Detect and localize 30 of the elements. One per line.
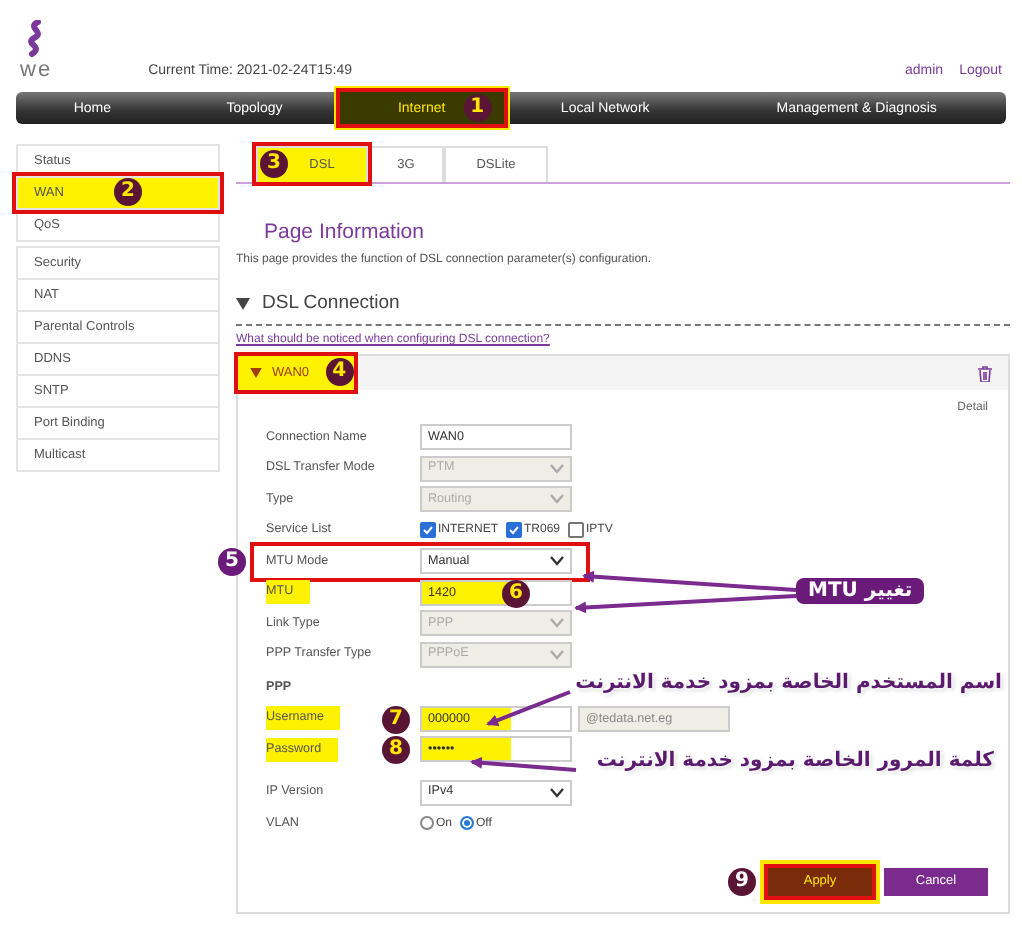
annotation-label: كلمة المرور الخاصة بمزود خدمة الانترنت <box>596 750 994 772</box>
collapse-icon[interactable] <box>236 297 250 309</box>
step-badge: 7 <box>382 705 410 733</box>
step-badge: 5 <box>218 548 246 576</box>
step-badge: 4 <box>325 358 354 386</box>
checkbox[interactable] <box>568 522 585 539</box>
annotation-label: تغيير MTU <box>796 578 925 604</box>
chevron-icon <box>550 787 564 798</box>
page-title: Page Information <box>264 220 426 244</box>
step-badge: 8 <box>382 736 410 764</box>
annotation-label: اسم المستخدم الخاصة بمزود خدمة الانترنت <box>575 672 1002 694</box>
radio-button[interactable] <box>420 816 434 831</box>
step-badge: 1 <box>463 94 492 122</box>
collapse-icon[interactable] <box>250 368 262 378</box>
chevron-icon <box>550 494 564 505</box>
arrow <box>486 690 571 726</box>
trash-icon[interactable] <box>978 365 992 381</box>
chevron-icon <box>550 556 564 567</box>
step-badge: 2 <box>114 178 142 206</box>
step-badge: 3 <box>260 150 288 178</box>
chevron-icon <box>550 618 564 629</box>
section-title: DSL Connection <box>262 292 400 314</box>
arrow <box>470 756 577 772</box>
logo-text: we <box>20 60 53 80</box>
step-badge: 9 <box>728 867 756 895</box>
chevron-icon <box>550 463 564 474</box>
checkbox[interactable] <box>506 522 522 539</box>
chevron-icon <box>550 649 564 660</box>
radio-button[interactable] <box>460 816 475 831</box>
checkbox[interactable] <box>420 522 436 539</box>
